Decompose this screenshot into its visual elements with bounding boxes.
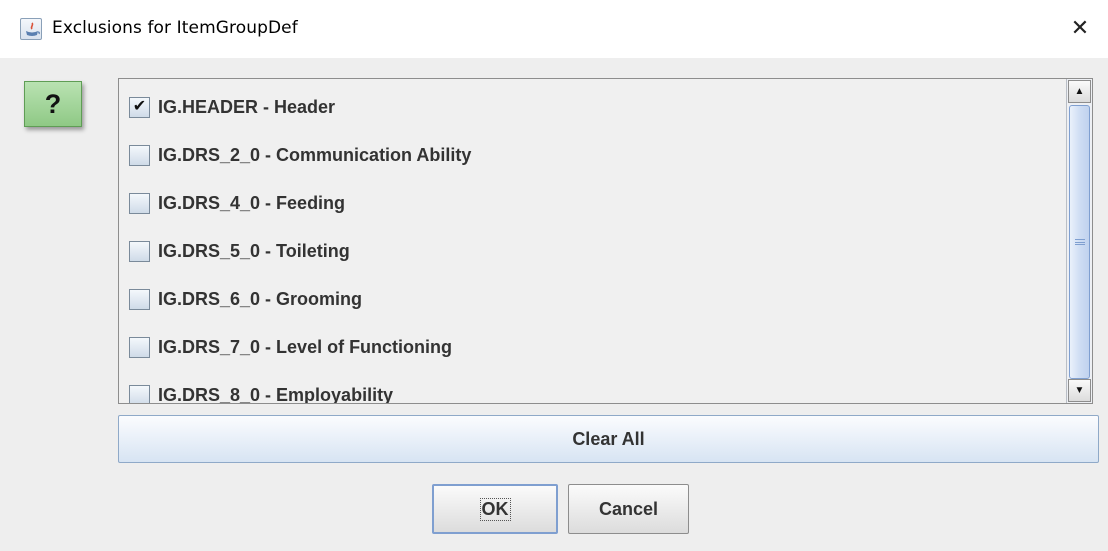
list-item-label: IG.DRS_6_0 - Grooming bbox=[158, 288, 363, 309]
clear-all-button[interactable]: Clear All bbox=[118, 415, 1099, 463]
window-title: Exclusions for ItemGroupDef bbox=[52, 18, 298, 38]
java-icon bbox=[20, 18, 42, 40]
list-item-label: IG.HEADER - Header bbox=[158, 96, 336, 117]
exclusion-list-panel: ✔ IG.HEADER - Header IG.DRS_2_0 - Commun… bbox=[118, 78, 1093, 404]
list-item[interactable]: ✔ IG.HEADER - Header bbox=[129, 92, 335, 122]
vertical-scrollbar[interactable]: ▲ ▼ bbox=[1066, 79, 1092, 403]
ok-button-label: OK bbox=[479, 497, 511, 521]
close-button[interactable]: ✕ bbox=[1066, 14, 1094, 42]
checkbox[interactable]: ✔ bbox=[129, 96, 150, 118]
checkbox[interactable] bbox=[129, 240, 150, 262]
checkbox[interactable] bbox=[129, 384, 150, 403]
list-item[interactable]: IG.DRS_6_0 - Grooming bbox=[129, 284, 362, 314]
checkbox[interactable] bbox=[129, 288, 150, 310]
list-item[interactable]: IG.DRS_7_0 - Level of Functioning bbox=[129, 332, 452, 362]
scroll-down-button[interactable]: ▼ bbox=[1068, 379, 1091, 402]
list-item-label: IG.DRS_7_0 - Level of Functioning bbox=[158, 336, 453, 357]
checkbox[interactable] bbox=[129, 336, 150, 358]
list-item-label: IG.DRS_5_0 - Toileting bbox=[158, 240, 350, 261]
list-item[interactable]: IG.DRS_4_0 - Feeding bbox=[129, 188, 345, 218]
list-item[interactable]: IG.DRS_2_0 - Communication Ability bbox=[129, 140, 471, 170]
list-item-label: IG.DRS_8_0 - Employability bbox=[158, 384, 394, 404]
question-mark-icon: ? bbox=[44, 88, 62, 119]
cancel-button[interactable]: Cancel bbox=[568, 484, 689, 534]
list-item-label: IG.DRS_2_0 - Communication Ability bbox=[158, 144, 472, 165]
arrow-down-icon: ▼ bbox=[1074, 385, 1085, 396]
arrow-up-icon: ▲ bbox=[1074, 86, 1085, 97]
title-bar: Exclusions for ItemGroupDef ✕ bbox=[0, 0, 1108, 58]
scroll-thumb[interactable] bbox=[1069, 105, 1090, 379]
ok-button[interactable]: OK bbox=[432, 484, 558, 534]
close-icon: ✕ bbox=[1070, 15, 1090, 41]
grip-icon bbox=[1074, 239, 1085, 245]
scroll-up-button[interactable]: ▲ bbox=[1068, 80, 1091, 103]
list-item[interactable]: IG.DRS_5_0 - Toileting bbox=[129, 236, 350, 266]
list-item-label: IG.DRS_4_0 - Feeding bbox=[158, 192, 346, 213]
checkbox[interactable] bbox=[129, 192, 150, 214]
dialog-content: ? ✔ IG.HEADER - Header IG.DRS_2_0 - Comm… bbox=[0, 58, 1108, 551]
list-item[interactable]: IG.DRS_8_0 - Employability bbox=[129, 380, 393, 403]
exclusion-list: ✔ IG.HEADER - Header IG.DRS_2_0 - Commun… bbox=[119, 79, 1065, 403]
help-button[interactable]: ? bbox=[24, 81, 82, 127]
checkmark-icon: ✔ bbox=[132, 98, 147, 115]
checkbox[interactable] bbox=[129, 144, 150, 166]
